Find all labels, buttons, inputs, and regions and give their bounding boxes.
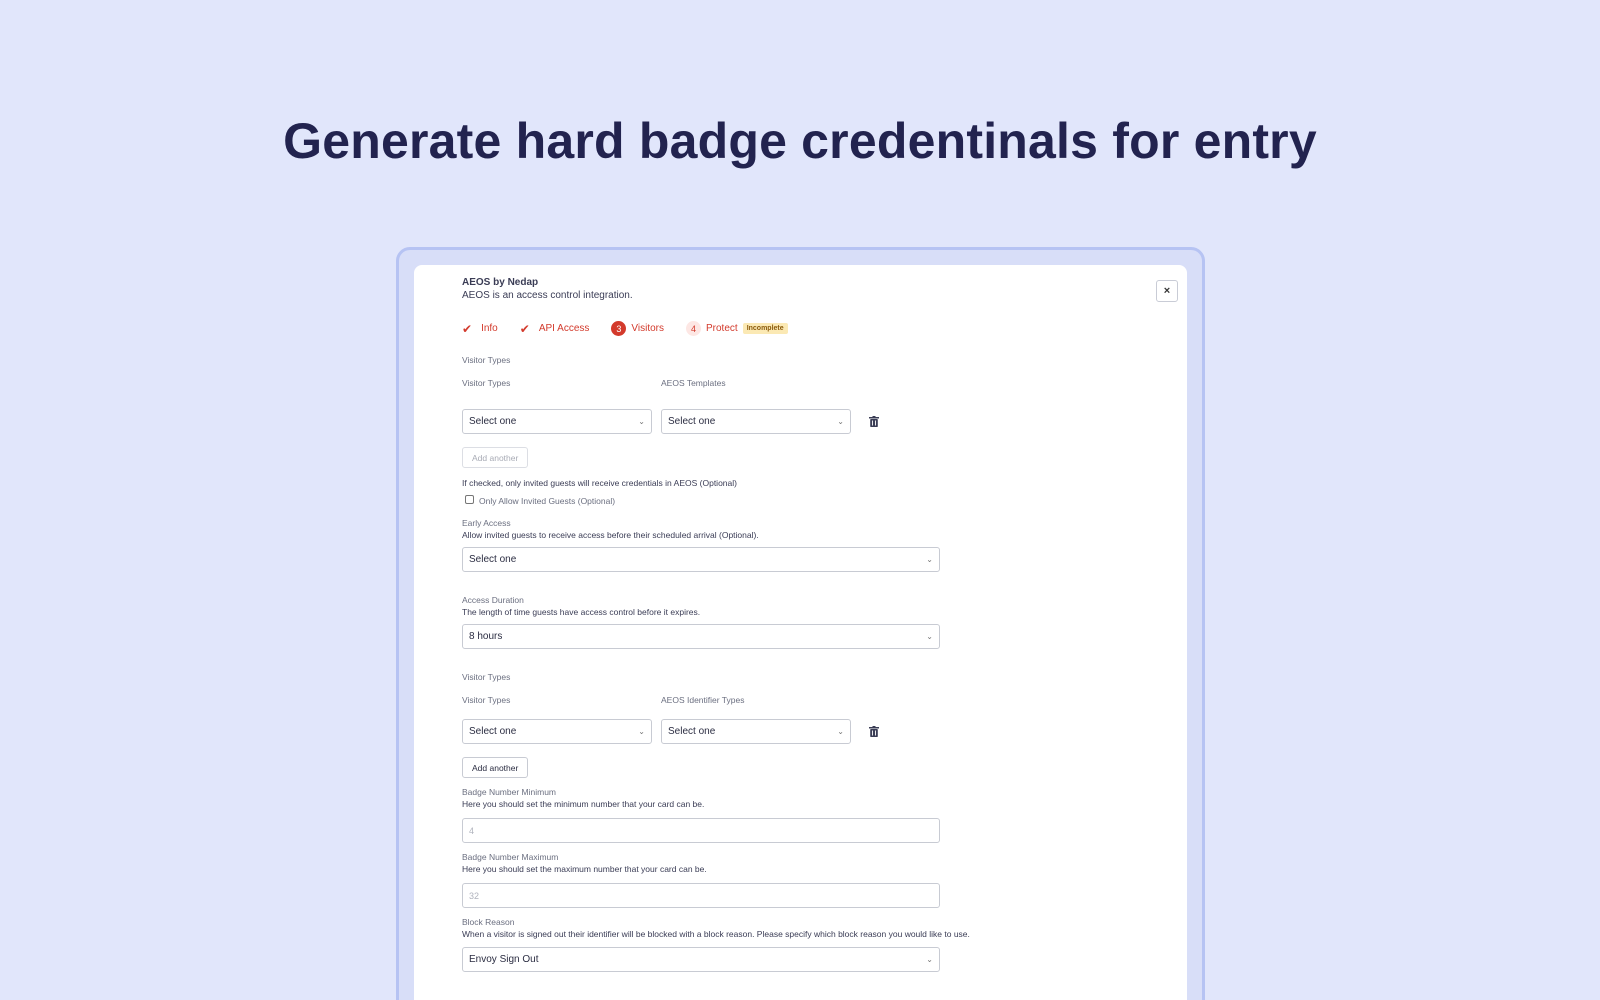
chevron-down-icon: ⌄ (926, 555, 933, 564)
access-duration-label: Access Duration (462, 595, 524, 605)
select-value: Select one (469, 416, 517, 427)
select-value: Select one (668, 416, 716, 427)
add-another-button[interactable]: Add another (462, 447, 529, 468)
badge-min-input[interactable]: 4 (462, 818, 940, 843)
select-value: Select one (469, 726, 517, 737)
app-description: AEOS is an access control integration. (462, 290, 633, 301)
block-reason-select[interactable]: Envoy Sign Out ⌄ (462, 947, 940, 972)
badge-min-description: Here you should set the minimum number t… (462, 799, 705, 809)
aeos-template-select[interactable]: Select one ⌄ (661, 409, 851, 434)
chevron-down-icon: ⌄ (638, 727, 645, 736)
step-number: 3 (611, 321, 627, 336)
select-value: Select one (668, 726, 716, 737)
step-protect[interactable]: 4 Protect Incomplete (686, 321, 788, 336)
select-value: Envoy Sign Out (469, 954, 539, 965)
step-number: 4 (686, 321, 701, 336)
invited-only-description: If checked, only invited guests will rec… (462, 478, 737, 488)
step-label: Info (481, 323, 498, 334)
integration-panel: AEOS by Nedap AEOS is an access control … (414, 265, 1187, 1000)
column-label: Visitor Types (462, 695, 511, 705)
badge-max-input[interactable]: 32 (462, 883, 940, 908)
badge-max-label: Badge Number Maximum (462, 852, 559, 862)
trash-icon[interactable] (869, 416, 879, 427)
trash-icon[interactable] (869, 726, 879, 737)
badge-max-description: Here you should set the maximum number t… (462, 864, 707, 874)
column-label: Visitor Types (462, 378, 511, 388)
access-duration-select[interactable]: 8 hours ⌄ (462, 624, 940, 649)
step-label: API Access (538, 323, 590, 334)
visitor-type-select[interactable]: Select one ⌄ (462, 409, 652, 434)
block-reason-description: When a visitor is signed out their ident… (462, 929, 970, 939)
chevron-down-icon: ⌄ (837, 417, 844, 426)
stepper: ✔ Info ✔ API Access 3 Visitors 4 Protect… (462, 321, 810, 336)
close-button[interactable]: × (1156, 280, 1178, 302)
badge-min-label: Badge Number Minimum (462, 787, 557, 797)
step-label: Visitors (631, 323, 664, 334)
access-duration-description: The length of time guests have access co… (462, 607, 701, 617)
invited-only-label: Only Allow Invited Guests (Optional) (479, 496, 616, 506)
close-icon: × (1163, 285, 1171, 297)
hero-title: Generate hard badge credentinals for ent… (283, 113, 1317, 169)
early-access-label: Early Access (462, 518, 511, 528)
status-badge: Incomplete (742, 323, 788, 334)
invited-only-checkbox[interactable] (465, 495, 474, 504)
chevron-down-icon: ⌄ (926, 632, 933, 641)
step-visitors[interactable]: 3 Visitors (611, 321, 664, 336)
section-title: Visitor Types (462, 672, 511, 682)
step-api-access[interactable]: ✔ API Access (520, 322, 590, 336)
block-reason-label: Block Reason (462, 917, 515, 927)
check-icon: ✔ (462, 321, 473, 336)
step-info[interactable]: ✔ Info (462, 322, 498, 336)
add-another-button[interactable]: Add another (462, 757, 529, 778)
app-name: AEOS by Nedap (462, 277, 539, 288)
section-title: Visitor Types (462, 355, 511, 365)
column-label: AEOS Identifier Types (661, 695, 745, 705)
chevron-down-icon: ⌄ (837, 727, 844, 736)
check-icon: ✔ (519, 321, 530, 336)
select-value: Select one (469, 554, 517, 565)
visitor-type-select[interactable]: Select one ⌄ (462, 719, 652, 744)
chevron-down-icon: ⌄ (926, 955, 933, 964)
early-access-description: Allow invited guests to receive access b… (462, 530, 759, 540)
chevron-down-icon: ⌄ (638, 417, 645, 426)
select-value: 8 hours (469, 631, 503, 642)
step-label: Protect (706, 323, 738, 334)
early-access-select[interactable]: Select one ⌄ (462, 547, 940, 572)
aeos-identifier-type-select[interactable]: Select one ⌄ (661, 719, 851, 744)
column-label: AEOS Templates (661, 378, 726, 388)
